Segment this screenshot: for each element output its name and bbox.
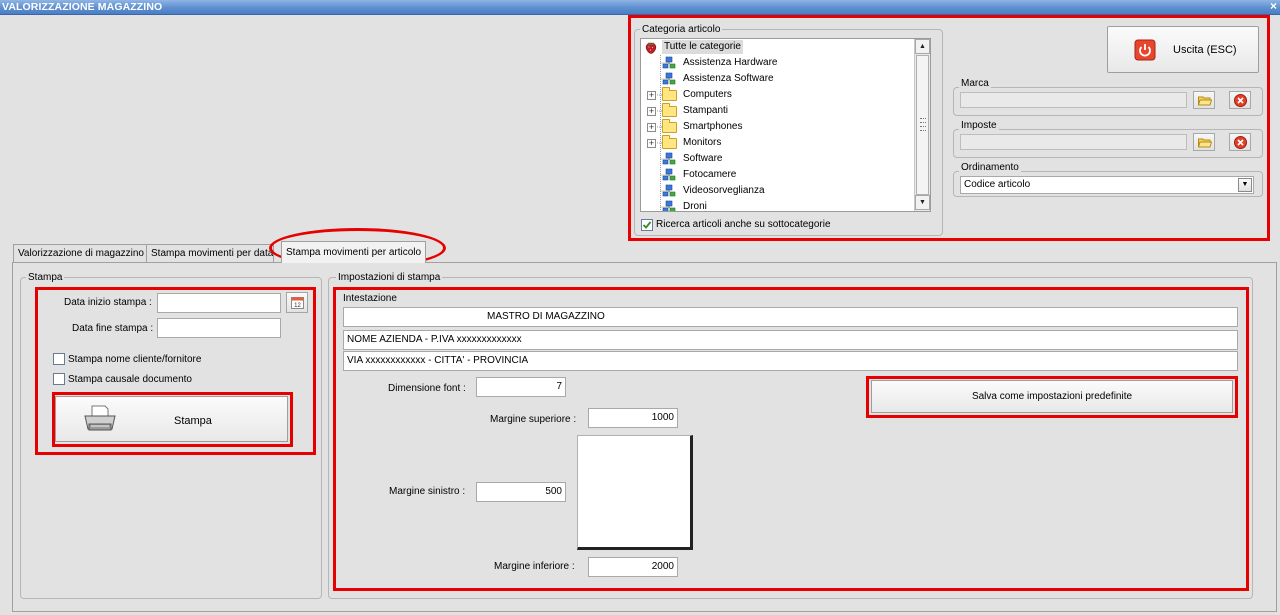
marca-field[interactable] [960, 92, 1187, 108]
folder-open-icon [1198, 138, 1212, 148]
tab-valorizzazione-di-magazzino[interactable]: Valorizzazione di magazzino [13, 244, 149, 262]
impostazioni-group-label: Impostazioni di stampa [336, 272, 443, 283]
ordinamento-selected-value: Codice articolo [964, 179, 1031, 190]
chevron-down-icon[interactable]: ▼ [1238, 178, 1252, 192]
folder-open-icon [1198, 96, 1212, 106]
marca-clear-button[interactable] [1229, 91, 1251, 109]
ordinamento-select[interactable]: Codice articolo ▼ [960, 176, 1254, 194]
tab-label: Stampa movimenti per articolo [286, 247, 422, 258]
highlight-box-stampa-button [52, 392, 293, 447]
title-bar: VALORIZZAZIONE MAGAZZINO × [0, 0, 1280, 15]
power-icon [1134, 39, 1156, 61]
marca-browse-button[interactable] [1193, 91, 1215, 109]
imposte-browse-button[interactable] [1193, 133, 1215, 151]
exit-button-label: Uscita (ESC) [1173, 44, 1237, 56]
imposte-label: Imposte [959, 120, 999, 131]
imposte-clear-button[interactable] [1229, 133, 1251, 151]
ordinamento-label: Ordinamento [959, 162, 1021, 173]
window-title: VALORIZZAZIONE MAGAZZINO [2, 1, 163, 13]
marca-label: Marca [959, 78, 991, 89]
exit-button[interactable]: Uscita (ESC) [1107, 26, 1259, 73]
highlight-box-impostazioni [333, 287, 1249, 591]
imposte-field[interactable] [960, 134, 1187, 150]
delete-icon [1234, 136, 1247, 149]
stampa-group-label: Stampa [26, 272, 65, 283]
tab-stampa-movimenti-per-data[interactable]: Stampa movimenti per data [146, 244, 274, 262]
delete-icon [1234, 94, 1247, 107]
close-icon[interactable]: × [1270, 0, 1277, 13]
tab-label: Valorizzazione di magazzino [18, 248, 144, 259]
tab-label: Stampa movimenti per data [151, 248, 274, 259]
tab-stampa-movimenti-per-articolo[interactable]: Stampa movimenti per articolo [281, 241, 427, 263]
